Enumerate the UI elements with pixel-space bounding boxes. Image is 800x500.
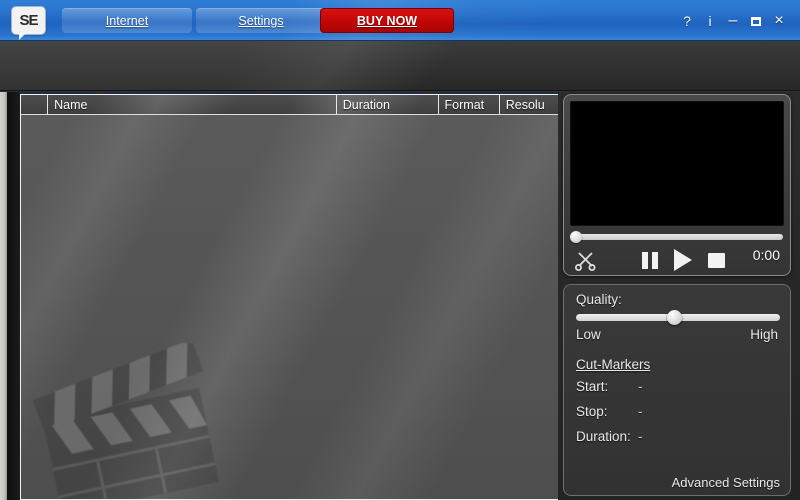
cut-marker-start-value: -	[638, 379, 643, 394]
cut-marker-start-label: Start:	[576, 379, 609, 394]
stop-button[interactable]	[703, 247, 729, 273]
pause-button[interactable]	[638, 247, 662, 273]
quality-slider[interactable]	[576, 310, 780, 325]
file-list-header: Name Duration Format Resolu	[21, 95, 558, 115]
cut-marker-stop-label: Stop:	[576, 404, 608, 419]
cut-button[interactable]	[572, 247, 598, 273]
quality-label: Quality:	[576, 292, 622, 307]
column-header-name[interactable]: Name	[48, 95, 337, 114]
advanced-settings-link[interactable]: Advanced Settings	[672, 475, 780, 490]
video-preview-screen[interactable]	[570, 101, 784, 226]
scissors-icon	[575, 252, 596, 271]
app-logo-text: SE	[19, 12, 38, 29]
cut-marker-stop-row: Stop: -	[576, 404, 780, 420]
window-left-shadow	[7, 92, 20, 500]
cut-markers-title: Cut-Markers	[576, 357, 651, 372]
help-glyph: ?	[683, 13, 691, 29]
play-icon	[674, 249, 692, 271]
column-header-select[interactable]	[21, 95, 49, 114]
cut-marker-start-row: Start: -	[576, 379, 780, 395]
right-sidebar: 0:00 Quality: Low High Cut-Markers Start…	[558, 92, 800, 500]
tab-internet-label: Internet	[105, 13, 149, 28]
maximize-icon[interactable]	[745, 10, 767, 32]
application-window: SE Internet Settings BUY NOW ? i – × Nam…	[0, 0, 800, 500]
tab-internet[interactable]: Internet	[62, 8, 192, 33]
clapperboard-watermark	[32, 343, 220, 499]
seek-slider[interactable]	[570, 231, 783, 243]
maximize-glyph	[751, 16, 761, 26]
video-player-panel: 0:00	[563, 94, 791, 276]
window-left-border	[0, 92, 7, 500]
buy-now-button[interactable]: BUY NOW	[320, 8, 454, 33]
quality-slider-handle[interactable]	[666, 310, 682, 325]
tab-settings-label: Settings	[238, 13, 284, 28]
info-icon[interactable]: i	[699, 10, 721, 32]
close-glyph: ×	[774, 12, 784, 29]
help-icon[interactable]: ?	[676, 10, 698, 32]
buy-now-label: BUY NOW	[356, 13, 418, 28]
close-icon[interactable]: ×	[768, 10, 790, 32]
app-logo: SE	[12, 7, 45, 40]
cut-marker-duration-row: Duration: -	[576, 429, 780, 445]
cut-marker-duration-value: -	[638, 429, 643, 444]
quality-high-label: High	[750, 327, 778, 342]
minimize-icon[interactable]: –	[722, 10, 744, 32]
quality-low-label: Low	[576, 327, 601, 342]
stop-icon	[707, 252, 725, 268]
pause-icon	[642, 251, 658, 269]
file-list-body[interactable]	[21, 116, 558, 499]
tab-settings[interactable]: Settings	[196, 8, 326, 33]
cut-marker-duration-label: Duration:	[576, 429, 631, 444]
window-controls: ? i – ×	[676, 10, 790, 32]
main-toolbar: Add file Open DVD Download HD - AVI (MPE…	[0, 41, 800, 122]
playback-time: 0:00	[752, 247, 780, 263]
seek-slider-handle[interactable]	[570, 231, 582, 243]
column-header-format[interactable]: Format	[439, 95, 500, 114]
file-list-panel[interactable]: Name Duration Format Resolu	[20, 94, 558, 500]
minimize-glyph: –	[728, 12, 738, 29]
column-header-duration[interactable]: Duration	[337, 95, 439, 114]
info-glyph: i	[708, 13, 712, 29]
column-header-resolution[interactable]: Resolu	[500, 95, 558, 114]
title-bar: SE Internet Settings BUY NOW ? i – ×	[0, 0, 800, 41]
play-button[interactable]	[670, 247, 696, 273]
cut-marker-stop-value: -	[638, 404, 643, 419]
quality-settings-panel: Quality: Low High Cut-Markers Start: - S…	[563, 284, 791, 496]
